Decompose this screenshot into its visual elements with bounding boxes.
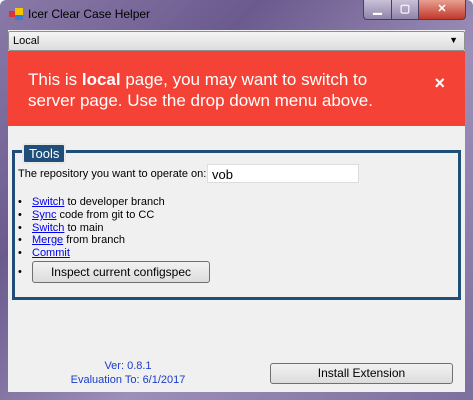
window-title: Icer Clear Case Helper: [28, 7, 151, 21]
mode-select[interactable]: Local ▼: [8, 31, 465, 51]
switch-main-link[interactable]: Switch: [32, 222, 64, 234]
close-icon[interactable]: ×: [434, 73, 445, 94]
switch-developer-link[interactable]: Switch: [32, 196, 64, 208]
sync-link[interactable]: Sync: [32, 209, 56, 221]
banner-message: This is local page, you may want to swit…: [28, 70, 373, 110]
local-page-banner: This is local page, you may want to swit…: [8, 51, 465, 126]
install-extension-button[interactable]: Install Extension: [270, 363, 453, 384]
merge-link[interactable]: Merge: [32, 234, 63, 246]
tools-legend: Tools: [22, 143, 67, 164]
chevron-down-icon: ▼: [449, 35, 458, 45]
maximize-button[interactable]: ▢: [391, 0, 419, 20]
mode-select-value: Local: [13, 35, 40, 47]
minimize-button[interactable]: ▁: [363, 0, 392, 20]
app-window: Icer Clear Case Helper ▁ ▢ ✕ Local ▼ Thi…: [0, 0, 473, 400]
repo-input[interactable]: vob: [207, 164, 359, 183]
inspect-configspec-button[interactable]: Inspect current configspec: [32, 261, 210, 283]
repo-label: The repository you want to operate on:: [18, 168, 207, 180]
version-label: Ver: 0.8.1: [104, 360, 152, 372]
app-icon: [9, 8, 23, 20]
commit-link[interactable]: Commit: [32, 247, 70, 259]
close-button[interactable]: ✕: [418, 0, 466, 20]
client-area: Local ▼ This is local page, you may want…: [8, 30, 465, 392]
evaluation-label: Evaluation To: 6/1/2017: [70, 374, 186, 386]
